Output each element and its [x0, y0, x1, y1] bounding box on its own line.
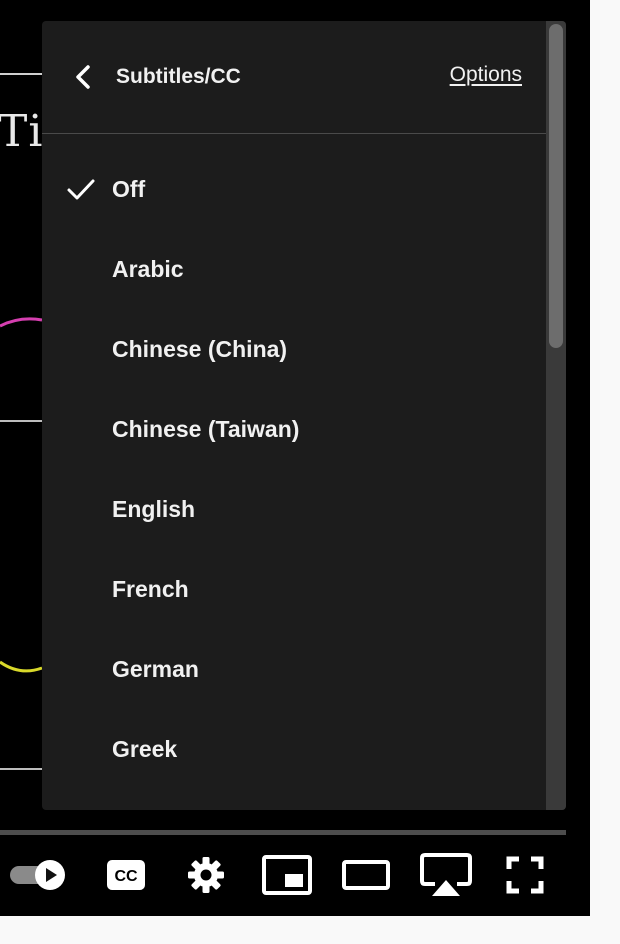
menu-item-english[interactable]: English [42, 470, 546, 550]
menu-item-greek[interactable]: Greek [42, 710, 546, 790]
options-link[interactable]: Options [450, 63, 522, 87]
menu-item-label: Chinese (Taiwan) [112, 416, 300, 442]
chevron-left-icon [70, 63, 98, 91]
menu-item-label: Greek [112, 736, 178, 762]
settings-button[interactable] [182, 852, 230, 902]
miniplayer-icon [261, 854, 313, 901]
fullscreen-icon [505, 855, 545, 900]
checkmark-icon [66, 174, 96, 204]
menu-item-label: Chinese (China) [112, 336, 288, 362]
player-controls: CC [0, 840, 590, 916]
menu-item-label: English [112, 496, 196, 522]
menu-item-french[interactable]: French [42, 550, 546, 630]
menu-item-label: Arabic [112, 256, 184, 282]
menu-item-label: French [112, 576, 189, 602]
menu-item-label: Off [112, 176, 146, 202]
panel-title: Subtitles/CC [116, 65, 241, 88]
subtitle-language-list: Off Arabic Chinese (China) Chinese (Taiw… [42, 150, 546, 790]
airplay-icon [419, 852, 473, 903]
back-button[interactable]: Subtitles/CC [70, 59, 241, 95]
theater-mode-button[interactable] [340, 852, 392, 902]
panel-header: Subtitles/CC Options [42, 21, 546, 134]
settings-gear-icon [186, 855, 226, 900]
subtitles-settings-panel: Subtitles/CC Options Off Arabic Chinese … [42, 21, 566, 810]
autoplay-toggle-icon [8, 858, 68, 897]
menu-item-label: German [112, 656, 199, 682]
progress-bar[interactable] [0, 830, 566, 835]
miniplayer-button[interactable] [260, 852, 314, 902]
menu-item-off[interactable]: Off [42, 150, 546, 230]
airplay-button[interactable] [418, 852, 474, 902]
panel-scrollbar[interactable] [546, 21, 566, 810]
video-player[interactable]: Tinne Subtitles/CC Options O [0, 0, 590, 916]
menu-item-german[interactable]: German [42, 630, 546, 710]
cc-icon-text: CC [114, 868, 138, 885]
menu-item-chinese-china[interactable]: Chinese (China) [42, 310, 546, 390]
menu-item-arabic[interactable]: Arabic [42, 230, 546, 310]
menu-item-chinese-taiwan[interactable]: Chinese (Taiwan) [42, 390, 546, 470]
subtitles-cc-icon: CC [104, 857, 148, 898]
theater-mode-icon [341, 857, 391, 898]
subtitles-button[interactable]: CC [102, 852, 150, 902]
scrollbar-thumb[interactable] [549, 24, 563, 348]
fullscreen-button[interactable] [502, 852, 548, 902]
autoplay-toggle[interactable] [8, 852, 68, 902]
